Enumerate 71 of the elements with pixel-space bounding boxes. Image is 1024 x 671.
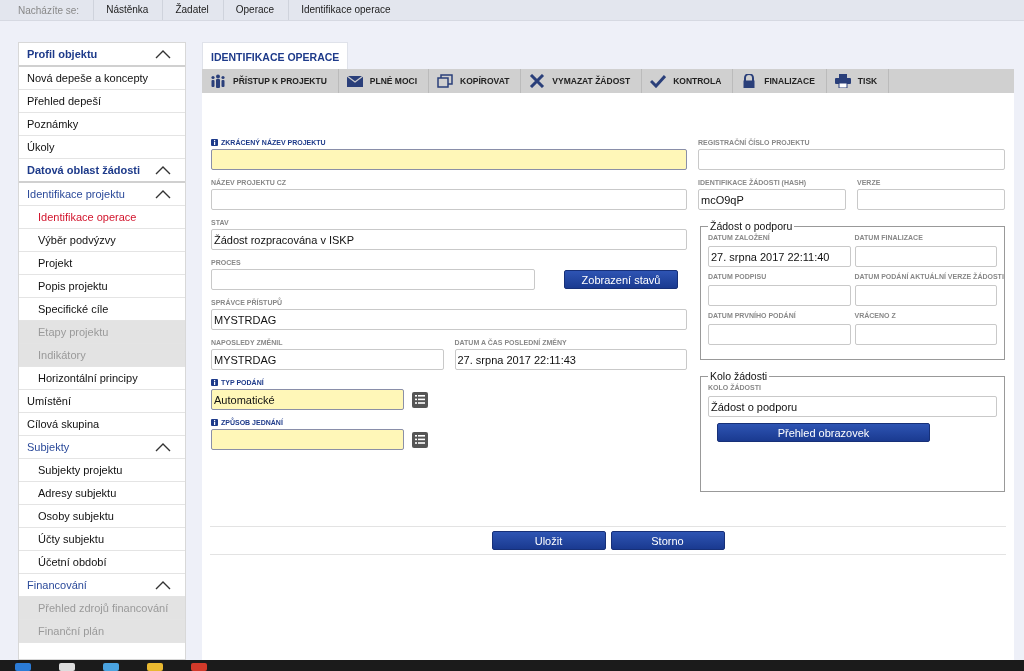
printer-icon (834, 74, 851, 88)
input-field[interactable] (854, 285, 997, 306)
chevron-icon (155, 166, 171, 175)
sidebar-item[interactable]: Umístění (19, 390, 185, 413)
chevron-icon (155, 443, 171, 452)
input-field[interactable]: Žádost rozpracována v ISKP (211, 229, 687, 250)
input-field[interactable] (854, 246, 997, 267)
input-field[interactable]: MYSTRDAG (211, 309, 687, 330)
sidebar-item[interactable]: Cílová skupina (19, 413, 185, 436)
sidebar-item[interactable]: Úkoly (19, 136, 185, 159)
sidebar-item[interactable]: Subjekty (19, 436, 185, 459)
input-field[interactable]: mcO9qP (698, 189, 846, 210)
envelope-icon (346, 74, 363, 88)
sidebar-item[interactable]: Subjekty projektu (19, 459, 185, 482)
sidebar-item[interactable]: Horizontální principy (19, 367, 185, 390)
tab[interactable]: IDENTIFIKACE OPERACE (202, 42, 349, 69)
sidebar-item[interactable]: Identifikace projektu (19, 183, 185, 206)
input-field[interactable] (211, 429, 404, 450)
info-icon (211, 139, 218, 146)
sidebar-item[interactable]: Profil objektu (19, 43, 185, 67)
lock-icon (741, 74, 758, 88)
input-field[interactable] (211, 149, 687, 170)
input-field[interactable] (698, 149, 1005, 170)
breadcrumb-link[interactable]: Nástěnka (93, 0, 163, 20)
sidebar-item[interactable]: Nová depeše a koncepty (19, 67, 185, 90)
fieldset-legend: Kolo žádosti (708, 370, 770, 382)
fieldset-legend: Žádost o podporu (708, 220, 795, 232)
cross-icon (529, 74, 546, 88)
chevron-icon (155, 50, 171, 59)
input-field[interactable]: 27. srpna 2017 22:11:43 (454, 349, 687, 370)
input-field[interactable] (708, 285, 851, 306)
input-field[interactable] (854, 324, 997, 345)
sidebar-item[interactable]: Výběr podvýzvy (19, 229, 185, 252)
sidebar-item[interactable]: Adresy subjektu (19, 482, 185, 505)
breadcrumb-link[interactable]: Operace (222, 0, 289, 20)
app-icon[interactable] (144, 660, 166, 671)
people-icon (210, 74, 226, 88)
input-field[interactable]: Automatické (211, 389, 404, 410)
sidebar-item[interactable]: Datová oblast žádosti (19, 159, 185, 183)
breadcrumb-label: Nacházíte se: (17, 4, 81, 16)
copy-icon (437, 74, 454, 88)
sidebar-item[interactable]: Popis projektu (19, 275, 185, 298)
input-field[interactable]: 27. srpna 2017 22:11:40 (708, 246, 851, 267)
input-field[interactable] (857, 189, 1005, 210)
save-button[interactable]: Uložit (491, 531, 606, 550)
sidebar-item[interactable]: Účetní období (19, 551, 185, 574)
info-icon (211, 379, 218, 386)
breadcrumb-link[interactable]: Žadatel (162, 0, 223, 20)
list-button[interactable] (412, 431, 428, 448)
check-icon (650, 74, 667, 88)
sidebar-item[interactable]: Poznámky (19, 113, 185, 136)
input-field[interactable] (708, 324, 851, 345)
app-icon[interactable] (56, 660, 78, 671)
list-button[interactable] (412, 391, 428, 408)
app-icon[interactable] (100, 660, 122, 671)
info-icon (211, 419, 218, 426)
sidebar-item[interactable]: Identifikace operace (19, 206, 185, 229)
sidebar-item[interactable]: Účty subjektu (19, 528, 185, 551)
chevron-icon (155, 190, 171, 199)
show-states-button[interactable]: Zobrazení stavů (564, 270, 678, 289)
sidebar-item[interactable]: Osoby subjektu (19, 505, 185, 528)
input-field[interactable]: MYSTRDAG (211, 349, 444, 370)
sidebar-item[interactable]: Projekt (19, 252, 185, 275)
input-field[interactable]: Žádost o podporu (708, 396, 997, 417)
input-field[interactable] (211, 189, 687, 210)
chevron-icon (155, 581, 171, 590)
sidebar-item[interactable]: Přehled depeší (19, 90, 185, 113)
cancel-button[interactable]: Storno (610, 531, 725, 550)
screens-overview-button[interactable]: Přehled obrazovek (717, 423, 930, 442)
input-field[interactable] (211, 269, 535, 290)
breadcrumb-link[interactable]: Identifikace operace (288, 0, 405, 20)
